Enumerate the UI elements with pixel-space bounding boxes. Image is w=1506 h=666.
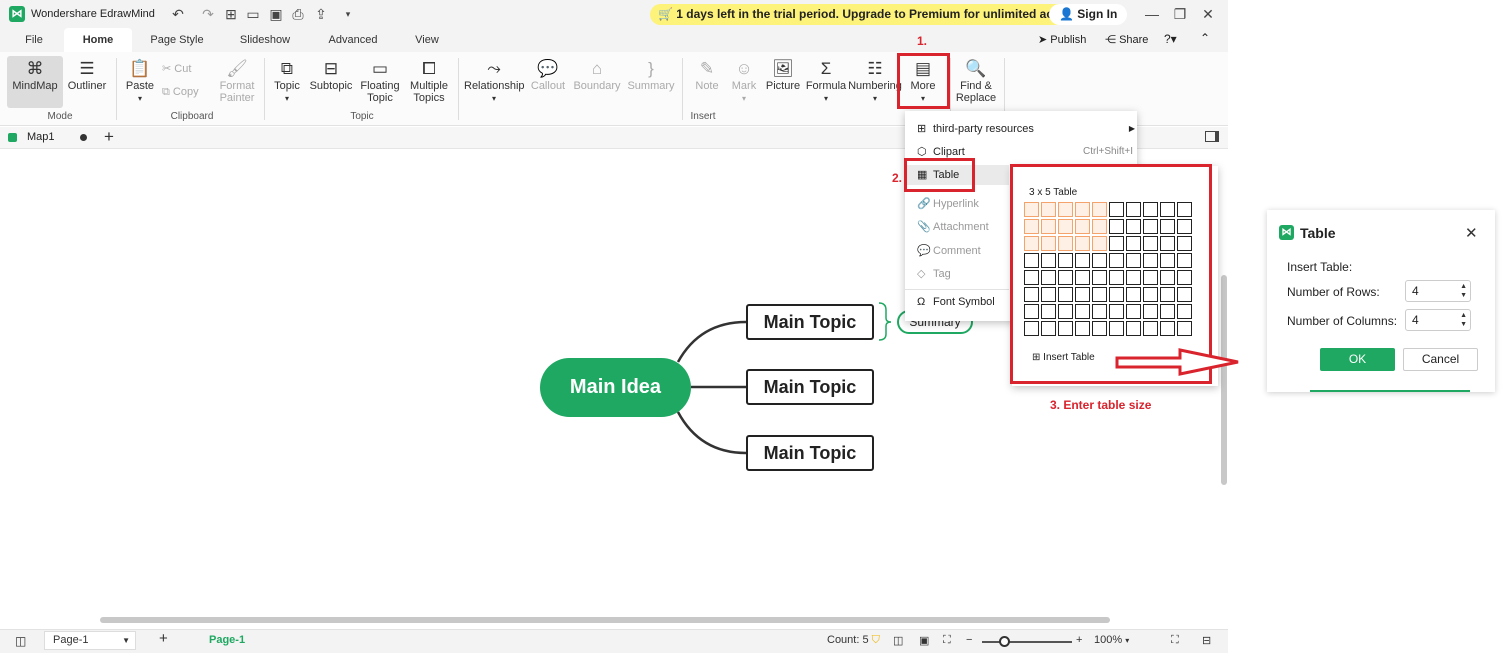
menu-item-tag[interactable]: ◇ Tag <box>917 264 951 284</box>
dialog-bottom-accent <box>1310 390 1470 392</box>
page-panel-icon[interactable]: ◫ <box>15 634 26 648</box>
stepper-arrows-icon[interactable]: ▲ ▼ <box>1460 282 1467 300</box>
page-select[interactable]: Page-1 ▼ <box>44 631 136 650</box>
chevron-down-icon: ▾ <box>1125 636 1130 645</box>
fit-width-icon[interactable]: ⛶ <box>943 634 951 647</box>
stepper-arrows-icon[interactable]: ▲ ▼ <box>1460 311 1467 329</box>
grid-icon: ⊞ <box>917 123 927 135</box>
menu-item-attachment[interactable]: 📎 Attachment <box>917 217 989 237</box>
horizontal-scrollbar[interactable] <box>100 617 1110 623</box>
comment-icon: 💬 <box>917 245 931 257</box>
menu-divider <box>905 289 1009 290</box>
main-idea-node[interactable]: Main Idea <box>540 358 691 417</box>
add-page-icon[interactable]: + <box>159 630 168 647</box>
menu-item-hyperlink[interactable]: 🔗 Hyperlink <box>917 194 979 214</box>
chevron-down-icon: ▼ <box>122 636 130 645</box>
book-view-icon[interactable]: ◫ <box>893 634 903 647</box>
summary-brace <box>878 302 892 341</box>
submenu-arrow-icon: ▶ <box>1128 124 1135 133</box>
zoom-level[interactable]: 100% ▾ <box>1094 634 1129 646</box>
menu-item-font-symbol[interactable]: Ω Font Symbol <box>917 292 995 312</box>
insert-table-label: Insert Table: <box>1287 260 1353 274</box>
main-topic-node[interactable]: Main Topic <box>746 304 874 340</box>
tag-icon: ◇ <box>917 268 926 280</box>
table-highlight-box <box>904 158 975 192</box>
panel-toggle-icon[interactable]: ⊟ <box>1202 634 1211 647</box>
fit-page-icon[interactable]: ▣ <box>919 634 929 647</box>
dialog-logo-icon: ⋈ <box>1279 225 1294 240</box>
zoom-slider[interactable] <box>982 641 1072 643</box>
page-tab[interactable]: Page-1 <box>209 634 245 646</box>
table-dialog: ⋈ Table ✕ Insert Table: Number of Rows: … <box>1267 210 1495 392</box>
dialog-close-icon[interactable]: ✕ <box>1465 224 1478 242</box>
fullscreen-icon[interactable]: ⛶ <box>1171 634 1179 647</box>
connector-bottom <box>676 411 747 455</box>
step-1-label: 1. <box>917 34 928 48</box>
connector-top <box>676 320 747 363</box>
menu-item-third-party[interactable]: ⊞ third-party resources ▶ <box>917 119 1135 139</box>
zoom-out-icon[interactable]: − <box>966 634 972 646</box>
zoom-slider-handle[interactable] <box>999 636 1010 647</box>
rows-stepper[interactable]: 4 ▲ ▼ <box>1405 280 1471 302</box>
cancel-button[interactable]: Cancel <box>1403 348 1478 371</box>
more-highlight-box <box>897 53 950 109</box>
step-3-label: 3. Enter table size <box>1050 398 1152 412</box>
step-2-label: 2. <box>892 171 903 185</box>
menu-item-comment[interactable]: 💬 Comment <box>917 241 981 261</box>
omega-icon: Ω <box>917 296 926 308</box>
ok-button[interactable]: OK <box>1320 348 1395 371</box>
red-arrow <box>1115 348 1239 376</box>
attachment-icon: 📎 <box>917 221 931 233</box>
main-topic-node[interactable]: Main Topic <box>746 435 874 471</box>
columns-stepper[interactable]: 4 ▲ ▼ <box>1405 309 1471 331</box>
columns-label: Number of Columns: <box>1287 314 1398 328</box>
zoom-in-icon[interactable]: + <box>1076 634 1082 646</box>
vertical-scrollbar[interactable] <box>1221 275 1227 485</box>
badge-icon: ⛉ <box>871 634 880 646</box>
link-icon: 🔗 <box>917 198 931 210</box>
main-topic-node[interactable]: Main Topic <box>746 369 874 405</box>
count-label: Count: 5 ⛉ <box>827 634 880 646</box>
rows-label: Number of Rows: <box>1287 285 1380 299</box>
dialog-title: Table <box>1300 225 1336 241</box>
